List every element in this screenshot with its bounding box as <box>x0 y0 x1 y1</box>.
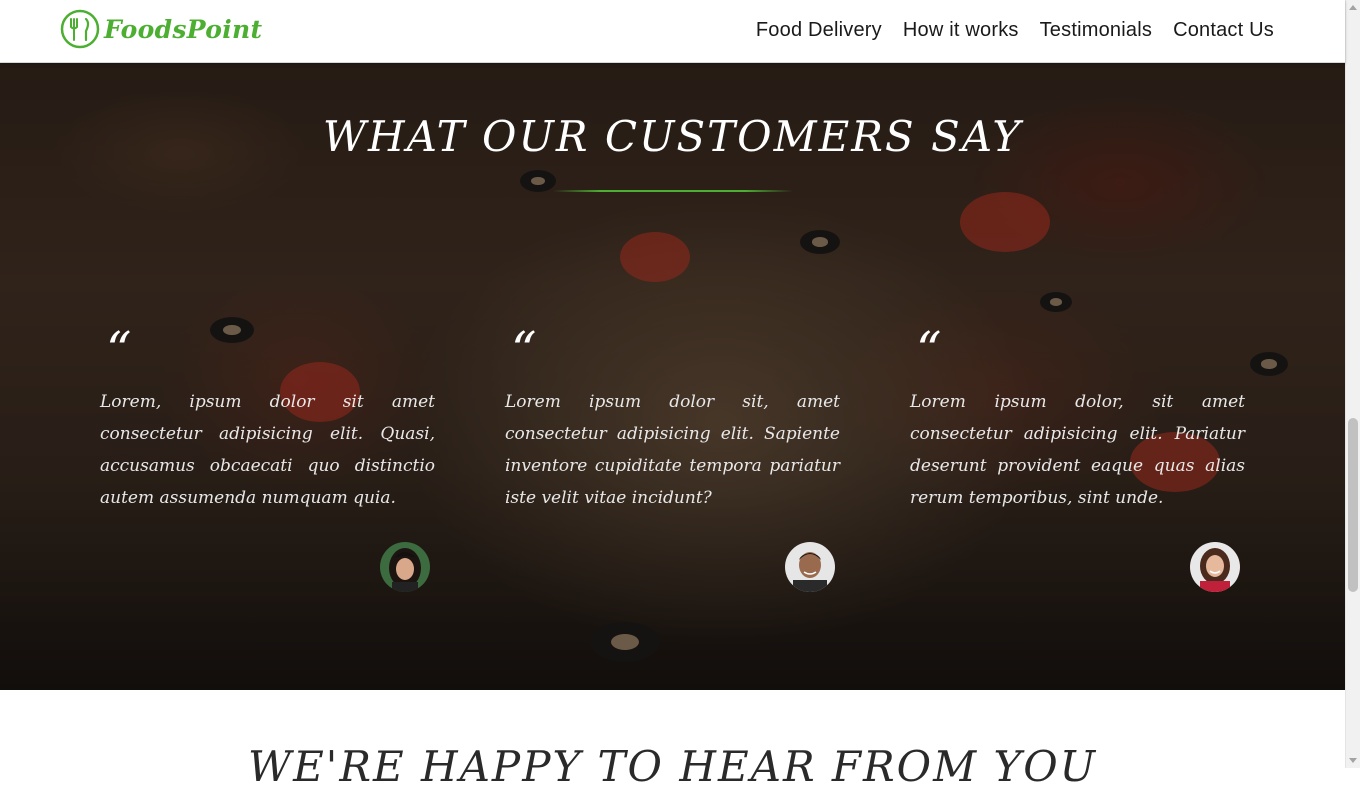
olive-decoration <box>1040 292 1072 312</box>
olive-decoration <box>590 622 660 662</box>
quote-icon: “ <box>916 321 942 379</box>
main-nav: Food Delivery How it works Testimonials … <box>756 19 1274 42</box>
customer-avatar <box>1190 542 1240 592</box>
pepperoni-decoration <box>960 192 1050 252</box>
olive-decoration <box>1250 352 1288 376</box>
navbar: FoodsPoint Food Delivery How it works Te… <box>0 0 1345 63</box>
scrollbar-thumb[interactable] <box>1348 418 1358 592</box>
woman-avatar-icon <box>1190 542 1240 592</box>
scroll-down-arrow-icon[interactable] <box>1349 758 1357 763</box>
woman-avatar-icon <box>380 542 430 592</box>
nav-link-contact-us[interactable]: Contact Us <box>1173 19 1274 42</box>
man-avatar-icon <box>785 542 835 592</box>
testimonials-section: WHAT OUR CUSTOMERS SAY “ Lorem, ipsum do… <box>0 62 1345 690</box>
testimonial-card: “ Lorem, ipsum dolor sit amet consectetu… <box>100 321 435 592</box>
section-title: WHAT OUR CUSTOMERS SAY <box>322 112 1023 161</box>
nav-link-testimonials[interactable]: Testimonials <box>1040 19 1152 42</box>
testimonial-text: Lorem ipsum dolor, sit amet consectetur … <box>910 392 1245 508</box>
nav-link-food-delivery[interactable]: Food Delivery <box>756 19 882 42</box>
customer-avatar <box>785 542 835 592</box>
fork-knife-icon <box>60 9 100 49</box>
contact-section-title: WE'RE HAPPY TO HEAR FROM YOU <box>247 742 1098 791</box>
brand-name: FoodsPoint <box>104 14 263 44</box>
scroll-up-arrow-icon[interactable] <box>1349 5 1357 10</box>
olive-decoration <box>800 230 840 254</box>
quote-icon: “ <box>511 321 537 379</box>
nav-link-how-it-works[interactable]: How it works <box>903 19 1019 42</box>
testimonial-card: “ Lorem ipsum dolor, sit amet consectetu… <box>910 321 1245 592</box>
quote-icon: “ <box>106 321 132 379</box>
page-scrollbar[interactable] <box>1345 0 1360 768</box>
olive-decoration <box>520 170 556 192</box>
brand-logo[interactable]: FoodsPoint <box>60 8 262 50</box>
pepperoni-decoration <box>620 232 690 282</box>
customer-avatar <box>380 542 430 592</box>
title-underline <box>553 190 793 192</box>
testimonial-text: Lorem, ipsum dolor sit amet consectetur … <box>100 392 435 508</box>
testimonial-text: Lorem ipsum dolor sit, amet consectetur … <box>505 392 840 508</box>
testimonial-card: “ Lorem ipsum dolor sit, amet consectetu… <box>505 321 840 592</box>
